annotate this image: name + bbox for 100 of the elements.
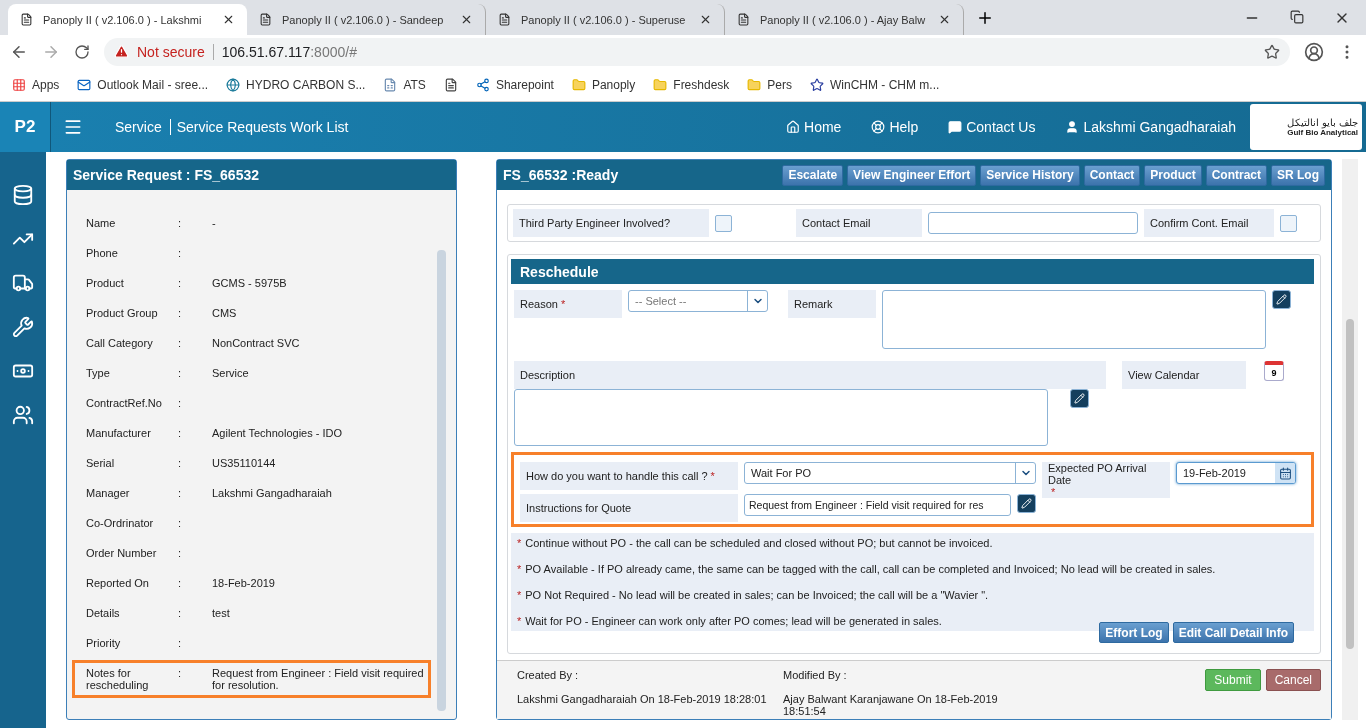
apps-icon: [12, 77, 26, 92]
field-value: Ajay Balwant Karanjawane On 18-Feb-2019 18:51:54: [783, 693, 999, 717]
section-title: Reschedule: [511, 259, 1314, 284]
field-label: Confirm Cont. Email: [1144, 209, 1274, 237]
action-button[interactable]: View Engineer Effort: [847, 164, 977, 186]
field-value: CMS: [212, 307, 238, 321]
note-text: * Continue without PO - the call can be scheduled and closed without PO; but cannot be invoiced.: [517, 537, 994, 549]
browser-tab[interactable]: Panoply II ( v2.106.0 ) - Sandeep: [247, 4, 486, 35]
note-text: * PO Available - If PO already came, the same can be tagged with the call, call can be completed and Invoiced; No lead will be created in sales.: [517, 563, 1217, 575]
separator: :: [178, 457, 183, 471]
home-icon: [786, 120, 801, 134]
truck-icon[interactable]: [12, 272, 34, 294]
scrollbar[interactable]: [437, 250, 446, 711]
date-field[interactable]: 19-Feb-2019: [1176, 462, 1296, 484]
checkbox[interactable]: [1280, 214, 1297, 232]
nav-link[interactable]: Help: [871, 119, 919, 135]
users-icon[interactable]: [12, 404, 34, 426]
field-value: US35110144: [212, 457, 277, 471]
bookmark[interactable]: Panoply: [571, 77, 636, 92]
bookmark[interactable]: WinCHM - CHM m...: [810, 77, 940, 92]
field-label: Instructions for Quote: [520, 494, 738, 522]
field-label: Remark: [788, 290, 876, 318]
bookmark[interactable]: ATS: [383, 77, 426, 92]
calendar-icon: [1278, 466, 1292, 480]
star-icon: [810, 77, 824, 92]
bookmark-star-icon[interactable]: [1264, 43, 1280, 60]
action-button[interactable]: Escalate: [782, 164, 844, 186]
brand-logo: P2: [0, 102, 51, 152]
database-icon[interactable]: [12, 184, 34, 206]
close-icon[interactable]: [938, 13, 951, 26]
reload-icon[interactable]: [74, 43, 90, 60]
field-label: Notes for rescheduling: [86, 667, 150, 691]
action-button[interactable]: Contact: [1083, 164, 1141, 186]
nav-link[interactable]: Lakshmi Gangadharaiah: [1065, 119, 1236, 135]
browser-tab[interactable]: Panoply II ( v2.106.0 ) - Ajay Balw: [725, 4, 964, 35]
close-icon[interactable]: [460, 13, 473, 26]
close-icon[interactable]: [699, 13, 712, 26]
field-label: How do you want to handle this call ? *: [520, 462, 738, 490]
remark-field[interactable]: [882, 290, 1266, 349]
separator: :: [178, 217, 183, 231]
action-button[interactable]: Effort Log: [1099, 622, 1169, 643]
nav-link[interactable]: Home: [786, 119, 842, 135]
edit-button[interactable]: [1070, 389, 1089, 408]
wrench-icon[interactable]: [12, 316, 34, 338]
field-value: Lakshmi Gangadharaiah On 18-Feb-2019 18:28:01: [517, 693, 768, 705]
calendar-button[interactable]: 9: [1264, 361, 1284, 381]
breadcrumb[interactable]: Service Requests Work List: [169, 119, 349, 135]
checkbox[interactable]: [715, 214, 732, 232]
bookmark[interactable]: Outlook Mail - sree...: [77, 77, 209, 92]
action-button[interactable]: SR Log: [1271, 164, 1325, 186]
separator: :: [178, 667, 183, 681]
action-button[interactable]: Service History: [980, 164, 1080, 186]
bookmark[interactable]: HYDRO CARBON S...: [226, 77, 366, 92]
profile-icon[interactable]: [1304, 41, 1324, 62]
email-field[interactable]: [928, 212, 1138, 234]
separator: :: [178, 517, 183, 531]
address-bar[interactable]: Not secure 106.51.67.117:8000/#: [104, 37, 1290, 66]
field-value: 18-Feb-2019: [212, 577, 276, 591]
field-label: View Calendar: [1122, 361, 1246, 389]
field-value: test: [212, 607, 231, 621]
action-button[interactable]: Edit Call Detail Info: [1172, 622, 1294, 643]
close-icon[interactable]: [222, 13, 235, 26]
browser-tab[interactable]: Panoply II ( v2.106.0 ) - Superuse: [486, 4, 725, 35]
share-icon: [475, 77, 490, 92]
mail-icon: [77, 77, 92, 92]
field-label: Expected PO Arrival Date *: [1042, 462, 1170, 498]
field-value: Agilent Technologies - IDO: [212, 427, 344, 441]
bookmark[interactable]: Freshdesk: [653, 77, 730, 92]
handle-select[interactable]: Wait For PO: [744, 462, 1036, 484]
action-button[interactable]: Contract: [1205, 164, 1267, 186]
edit-button[interactable]: [1017, 494, 1036, 513]
bookmark[interactable]: Pers: [747, 77, 792, 92]
edit-button[interactable]: [1272, 290, 1291, 309]
pencil-icon: [1074, 393, 1085, 404]
browser-tab[interactable]: Panoply II ( v2.106.0 ) - Lakshmi: [8, 4, 247, 35]
field-label: Co-Ordrinator: [86, 517, 155, 531]
description-field[interactable]: [514, 389, 1048, 446]
nav-link[interactable]: Contact Us: [948, 119, 1036, 135]
field-label: Type: [86, 367, 111, 381]
separator: :: [178, 487, 183, 501]
reason-select[interactable]: -- Select --: [628, 290, 768, 312]
separator: :: [178, 247, 183, 261]
bookmark[interactable]: [443, 77, 458, 92]
separator: :: [178, 427, 183, 441]
help-icon: [871, 120, 886, 134]
restore-icon[interactable]: [1290, 9, 1304, 24]
field-label: Reported On: [86, 577, 150, 591]
folder-icon: [747, 77, 762, 92]
folder-icon: [571, 77, 586, 92]
cancel-button[interactable]: Cancel: [1265, 669, 1321, 691]
action-button[interactable]: Product: [1144, 164, 1202, 186]
instructions-field[interactable]: Request from Engineer : Field visit required for res: [744, 494, 1011, 516]
breadcrumb[interactable]: Service: [115, 119, 162, 135]
bookmark[interactable]: Apps: [12, 77, 60, 92]
separator: :: [178, 307, 183, 321]
field-value: GCMS - 5975B: [212, 277, 288, 291]
menu-icon[interactable]: [63, 117, 83, 137]
pencil-icon: [1021, 498, 1032, 509]
scrollbar[interactable]: [1346, 319, 1354, 649]
bookmark[interactable]: Sharepoint: [475, 77, 554, 92]
